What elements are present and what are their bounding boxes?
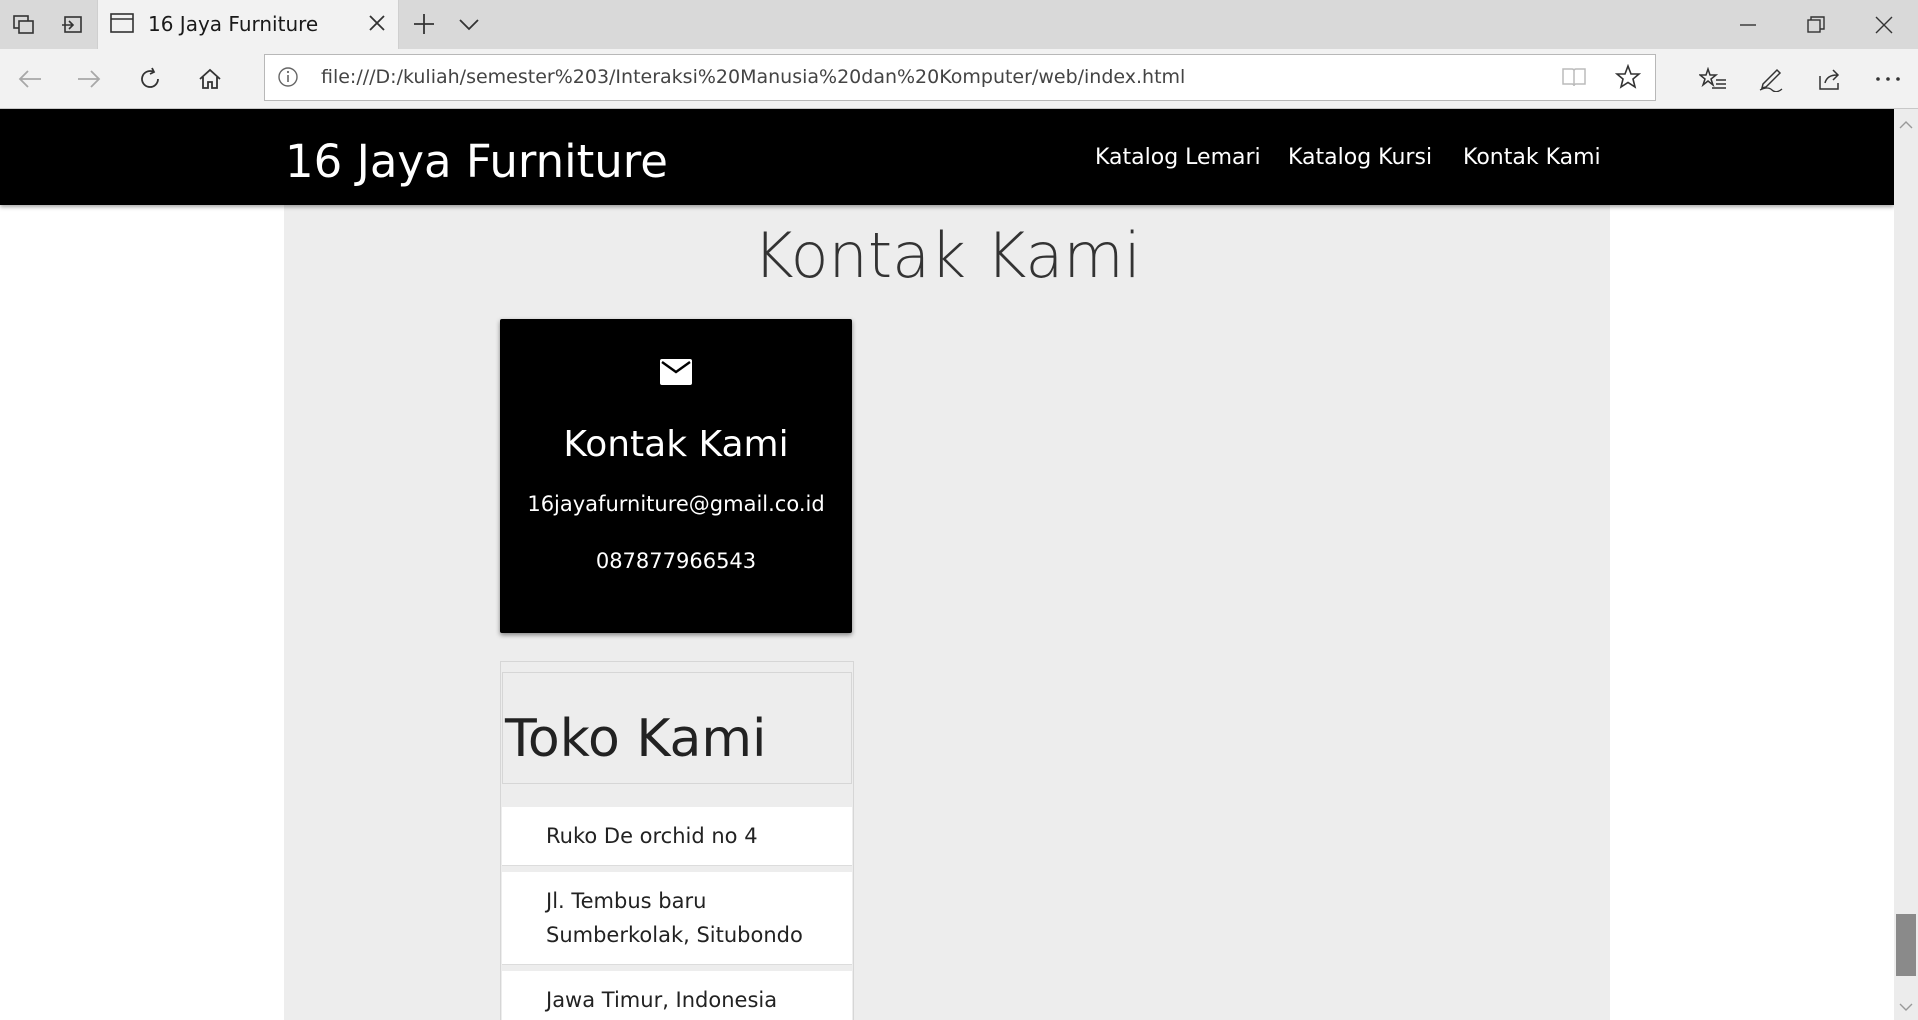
- more-options-icon[interactable]: [1868, 61, 1908, 97]
- page-title: Kontak Kami: [753, 219, 1141, 292]
- browser-tab-bar: 16 Jaya Furniture: [0, 0, 1918, 49]
- back-icon[interactable]: [12, 61, 48, 97]
- page-icon: [110, 12, 134, 38]
- nav-katalog-kursi[interactable]: Katalog Kursi: [1288, 145, 1432, 170]
- close-window-icon[interactable]: [1850, 0, 1918, 49]
- contact-card-title: Kontak Kami: [563, 424, 789, 465]
- minimize-icon[interactable]: [1714, 0, 1782, 49]
- scroll-up-icon[interactable]: [1899, 115, 1913, 134]
- new-tab-icon[interactable]: [412, 12, 436, 40]
- reading-view-icon[interactable]: [1561, 66, 1587, 92]
- store-title: Toko Kami: [505, 709, 767, 769]
- page-scrollbar[interactable]: [1894, 109, 1918, 1020]
- content-container: Kontak Kami Kontak Kami 16jayafurniture@…: [284, 205, 1610, 1020]
- contact-card: Kontak Kami 16jayafurniture@gmail.co.id …: [500, 319, 852, 633]
- set-aside-tabs-icon[interactable]: [48, 0, 96, 49]
- site-navbar: 16 Jaya Furniture Katalog Lemari Katalog…: [0, 109, 1894, 205]
- pen-icon[interactable]: [1751, 61, 1791, 97]
- chevron-down-icon[interactable]: [458, 14, 480, 38]
- restore-icon[interactable]: [1782, 0, 1850, 49]
- tab-title: 16 Jaya Furniture: [148, 12, 319, 36]
- browser-tab[interactable]: 16 Jaya Furniture: [97, 0, 399, 49]
- refresh-icon[interactable]: [132, 61, 168, 97]
- info-icon[interactable]: [277, 66, 299, 92]
- list-item: Jl. Tembus baru Sumberkolak, Situbondo: [502, 872, 852, 965]
- favorites-hub-icon[interactable]: [1693, 61, 1733, 97]
- tab-manager-icon[interactable]: [0, 0, 48, 49]
- close-tab-icon[interactable]: [368, 14, 386, 36]
- share-icon[interactable]: [1810, 61, 1850, 97]
- forward-icon[interactable]: [71, 61, 107, 97]
- list-item: Jawa Timur, Indonesia: [502, 971, 852, 1020]
- address-bar[interactable]: file:///D:/kuliah/semester%203/Interaksi…: [264, 54, 1656, 101]
- favorite-star-icon[interactable]: [1614, 63, 1642, 94]
- site-brand[interactable]: 16 Jaya Furniture: [285, 135, 668, 188]
- url-text[interactable]: file:///D:/kuliah/semester%203/Interaksi…: [321, 66, 1185, 88]
- home-icon[interactable]: [192, 61, 228, 97]
- page-viewport: 16 Jaya Furniture Katalog Lemari Katalog…: [0, 109, 1894, 1020]
- scroll-down-icon[interactable]: [1899, 997, 1913, 1016]
- store-panel: Toko Kami Ruko De orchid no 4 Jl. Tembus…: [500, 661, 854, 1020]
- contact-phone: 087877966543: [595, 549, 757, 573]
- nav-katalog-lemari[interactable]: Katalog Lemari: [1095, 145, 1261, 170]
- list-item: Ruko De orchid no 4: [502, 807, 852, 866]
- store-panel-header: Toko Kami: [502, 672, 852, 784]
- contact-email: 16jayafurniture@gmail.co.id: [527, 492, 825, 516]
- address-toolbar: file:///D:/kuliah/semester%203/Interaksi…: [0, 49, 1918, 109]
- mail-icon: [660, 359, 692, 389]
- nav-kontak-kami[interactable]: Kontak Kami: [1463, 145, 1601, 170]
- scrollbar-thumb[interactable]: [1896, 914, 1916, 976]
